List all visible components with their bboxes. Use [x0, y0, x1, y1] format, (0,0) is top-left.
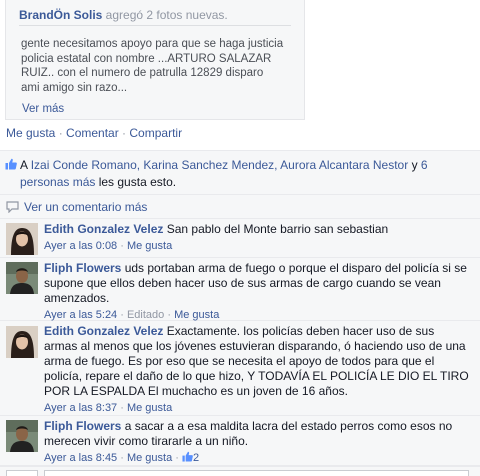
likes-text: A Izai Conde Romano, Karina Sanchez Mend… [20, 157, 440, 191]
like-button[interactable]: Me gusta [6, 126, 55, 140]
comment-button[interactable]: Comentar [66, 126, 119, 140]
comment-like-button[interactable]: Me gusta [127, 402, 172, 414]
comment-timestamp[interactable]: Ayer a las 5:24 [44, 309, 117, 321]
comment-author[interactable]: Edith Gonzalez Velez [44, 222, 163, 236]
comment-bubble-icon [6, 201, 19, 214]
reply-composer [0, 466, 480, 476]
comment-timestamp[interactable]: Ayer a las 8:45 [44, 452, 117, 464]
comment-like-button[interactable]: Me gusta [127, 452, 172, 464]
likes-summary: A Izai Conde Romano, Karina Sanchez Mend… [0, 150, 480, 195]
likes-connector: y [408, 158, 421, 172]
likes-names-link[interactable]: Izai Conde Romano, Karina Sanchez Mendez… [31, 158, 409, 172]
avatar[interactable] [6, 420, 38, 452]
comment-body: Fliph Flowers a sacar a a esa maldita la… [44, 419, 469, 466]
shared-post-header: BrandÖn Solis agregó 2 fotos nuevas. [19, 8, 228, 22]
share-button[interactable]: Compartir [129, 126, 182, 140]
comment-item: Edith Gonzalez Velez San pablo del Monte… [0, 219, 480, 258]
avatar[interactable] [6, 262, 38, 294]
shared-post-text: gente necesitamos apoyo para que se haga… [21, 37, 296, 95]
view-more-comments-label[interactable]: Ver un comentario más [24, 200, 147, 214]
comment-like-count-value: 2 [193, 452, 200, 464]
shared-post-line: ami amigo sin razo... [21, 81, 128, 94]
likes-prefix: A [20, 158, 31, 172]
action-separator: · [118, 126, 130, 140]
comment-body: Edith Gonzalez Velez Exactamente. los po… [44, 324, 469, 416]
see-more-link[interactable]: Ver más [22, 103, 64, 115]
shared-post-card[interactable]: BrandÖn Solis agregó 2 fotos nuevas. gen… [5, 0, 305, 120]
comment-text: San pablo del Monte barrio san sebastian [166, 222, 389, 236]
comment-body: Edith Gonzalez Velez San pablo del Monte… [44, 222, 469, 254]
comment-meta: Ayer a las 8:37 · Me gusta [44, 402, 173, 414]
comment-edited-label: Editado [126, 309, 165, 321]
comment-meta: Ayer a las 8:45 · Me gusta · 2 [44, 451, 200, 464]
action-separator: · [55, 126, 67, 140]
comment-timestamp[interactable]: Ayer a las 0:08 [44, 240, 117, 252]
post-action-bar: Me gusta · Comentar · Compartir [6, 126, 182, 140]
comment-like-button[interactable]: Me gusta [127, 240, 172, 252]
shared-post-author[interactable]: BrandÖn Solis [19, 8, 102, 22]
comment-body: Fliph Flowers uds portaban arma de fuego… [44, 261, 469, 323]
comment-like-button[interactable]: Me gusta [174, 309, 219, 321]
avatar [6, 470, 38, 476]
comment-meta: Ayer a las 0:08 · Me gusta [44, 240, 173, 252]
reply-input[interactable] [44, 470, 469, 476]
comment-item: Edith Gonzalez Velez Exactamente. los po… [0, 321, 480, 416]
shared-post-line: gente necesitamos apoyo para que se haga… [21, 38, 284, 50]
view-more-comments[interactable]: Ver un comentario más [0, 195, 480, 219]
thumbs-up-icon [5, 158, 17, 170]
comment-like-count[interactable]: 2 [182, 451, 200, 464]
likes-suffix: les gusta esto. [95, 175, 177, 189]
comment-item: Fliph Flowers a sacar a a esa maldita la… [0, 416, 480, 466]
shared-post-line: policia estatal con nombre ...ARTURO SAL… [21, 52, 272, 65]
thumbs-up-icon [182, 451, 193, 462]
avatar[interactable] [6, 223, 38, 255]
shared-post-action: agregó 2 fotos nuevas. [102, 8, 228, 22]
comment-timestamp[interactable]: Ayer a las 8:37 [44, 402, 117, 414]
comment-author[interactable]: Fliph Flowers [44, 261, 121, 275]
avatar[interactable] [6, 326, 38, 358]
shared-post-divider [19, 25, 291, 26]
comment-author[interactable]: Fliph Flowers [44, 419, 121, 433]
comment-author[interactable]: Edith Gonzalez Velez [44, 324, 163, 338]
shared-post-line: RUIZ.. con el numero de patrulla 12829 d… [21, 67, 264, 79]
comment-item: Fliph Flowers uds portaban arma de fuego… [0, 258, 480, 321]
